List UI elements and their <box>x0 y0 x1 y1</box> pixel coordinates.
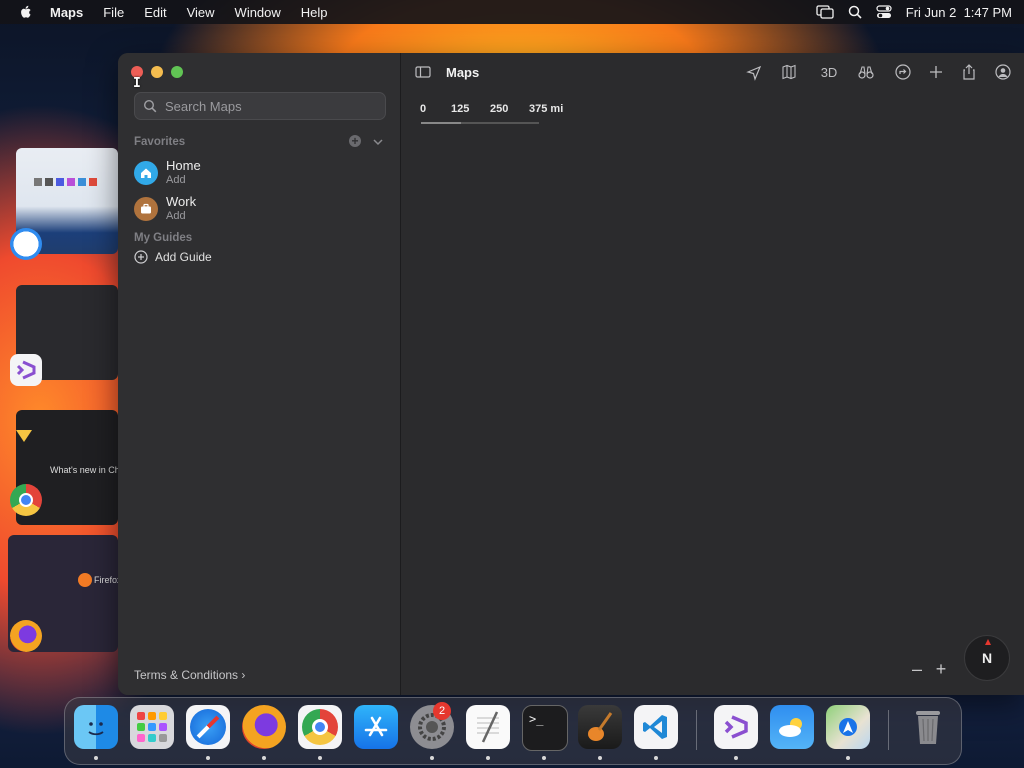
text-cursor-icon: I <box>133 76 141 91</box>
terminal-icon[interactable]: >_ <box>522 705 568 751</box>
north-indicator <box>985 639 991 645</box>
search-input[interactable] <box>163 97 377 115</box>
menu-file[interactable]: File <box>103 5 124 20</box>
add-icon[interactable] <box>927 63 945 81</box>
vscode-icon[interactable] <box>634 705 678 749</box>
scale-label-0: 0 <box>420 103 427 115</box>
map-mode-icon[interactable] <box>780 63 798 81</box>
trash-icon[interactable] <box>906 705 950 749</box>
maps-icon[interactable] <box>826 705 870 749</box>
search-icon <box>143 99 157 113</box>
favorite-work[interactable]: Work Add <box>134 195 196 223</box>
screen-mirroring-icon[interactable] <box>816 5 834 19</box>
briefcase-icon <box>134 197 158 221</box>
terms-label: Terms & Conditions <box>134 668 239 682</box>
chevron-right-icon: › <box>241 668 246 682</box>
dock: 2 >_ <box>64 697 962 765</box>
compass-button[interactable]: N <box>964 635 1010 681</box>
favorite-home[interactable]: Home Add <box>134 159 201 187</box>
3d-button[interactable]: 3D <box>818 63 840 81</box>
menu-edit[interactable]: Edit <box>144 5 166 20</box>
search-field[interactable] <box>134 92 386 120</box>
menu-app-name[interactable]: Maps <box>50 5 83 20</box>
garageband-running-dot <box>598 756 602 760</box>
menu-clock[interactable]: Fri Jun 2 1:47 PM <box>906 5 1012 20</box>
dock-separator-2 <box>888 710 889 750</box>
menu-view[interactable]: View <box>187 5 215 20</box>
favorite-home-label: Home <box>166 158 201 173</box>
finder-icon[interactable] <box>74 705 118 749</box>
plus-circle-icon <box>134 250 148 264</box>
location-arrow-icon[interactable] <box>745 63 763 81</box>
launchpad-icon[interactable] <box>130 705 174 749</box>
firefox-thumb-text: Firefox <box>94 575 118 585</box>
favorite-work-label: Work <box>166 194 197 209</box>
chrome-running-dot <box>318 756 322 760</box>
safari-icon[interactable] <box>186 705 230 749</box>
chrome-thumb-text: What's new in Chrome <box>50 465 118 475</box>
chrome-stage-icon[interactable] <box>10 484 42 516</box>
maps-window: Favorites + Home Add Work Add My Guides … <box>118 53 1024 695</box>
firefox-stage-icon[interactable] <box>10 620 42 652</box>
app-store-icon[interactable] <box>354 705 398 749</box>
vscode-running-dot <box>654 756 658 760</box>
share-icon[interactable] <box>960 63 978 81</box>
menu-help[interactable]: Help <box>301 5 328 20</box>
textedit-running-dot <box>486 756 490 760</box>
my-guides-header: My Guides <box>134 232 193 244</box>
visual-studio-running-dot <box>734 756 738 760</box>
terms-link[interactable]: Terms & Conditions › <box>134 668 245 682</box>
favorites-header: Favorites <box>134 136 186 148</box>
terminal-running-dot <box>542 756 546 760</box>
settings-running-dot <box>430 756 434 760</box>
house-icon <box>134 161 158 185</box>
minimize-button[interactable] <box>151 66 163 78</box>
zoom-in-button[interactable]: + <box>931 659 951 680</box>
firefox-icon[interactable] <box>242 705 286 749</box>
thumbnail-content <box>34 178 104 208</box>
visual-studio-stage-icon[interactable] <box>10 354 42 386</box>
zoom-button[interactable] <box>171 66 183 78</box>
sidebar: Favorites + Home Add Work Add My Guides … <box>118 53 401 695</box>
look-around-binoculars-icon[interactable] <box>857 63 875 81</box>
compass-label: N <box>981 650 993 666</box>
dock-separator <box>696 710 697 750</box>
firefox-running-dot <box>262 756 266 760</box>
settings-badge: 2 <box>433 702 451 720</box>
add-guide-button[interactable]: Add Guide <box>134 250 212 264</box>
window-title: Maps <box>446 65 480 80</box>
chrome-icon[interactable] <box>298 705 342 749</box>
spotlight-search-icon[interactable] <box>848 5 862 19</box>
scale-bar <box>421 122 539 124</box>
control-center-icon[interactable] <box>876 5 892 19</box>
scale-label-1: 125 <box>451 103 470 115</box>
garageband-icon[interactable] <box>578 705 622 749</box>
scale-label-3: 375 mi <box>529 103 564 115</box>
visual-studio-icon[interactable] <box>714 705 758 749</box>
textedit-icon[interactable] <box>466 705 510 749</box>
menu-window[interactable]: Window <box>235 5 281 20</box>
menu-bar: Maps File Edit View Window Help Fri Jun … <box>0 0 1024 24</box>
finder-running-dot <box>94 756 98 760</box>
safari-running-dot <box>206 756 210 760</box>
add-guide-label: Add Guide <box>155 250 212 264</box>
chevron-down-icon[interactable] <box>372 136 384 148</box>
weather-icon[interactable] <box>770 705 814 749</box>
favorite-home-sub: Add <box>166 174 186 186</box>
add-favorite-button[interactable]: + <box>349 135 361 147</box>
maps-running-dot <box>846 756 850 760</box>
favorite-work-sub: Add <box>166 210 186 222</box>
map-canvas[interactable] <box>401 53 1024 695</box>
directions-icon[interactable] <box>894 63 912 81</box>
apple-icon[interactable] <box>18 4 34 20</box>
sidebar-toggle-icon[interactable] <box>414 63 432 81</box>
scale-label-2: 250 <box>490 103 509 115</box>
account-icon[interactable] <box>994 63 1012 81</box>
zoom-out-button[interactable]: – <box>907 659 927 680</box>
safari-stage-icon[interactable] <box>10 228 42 260</box>
